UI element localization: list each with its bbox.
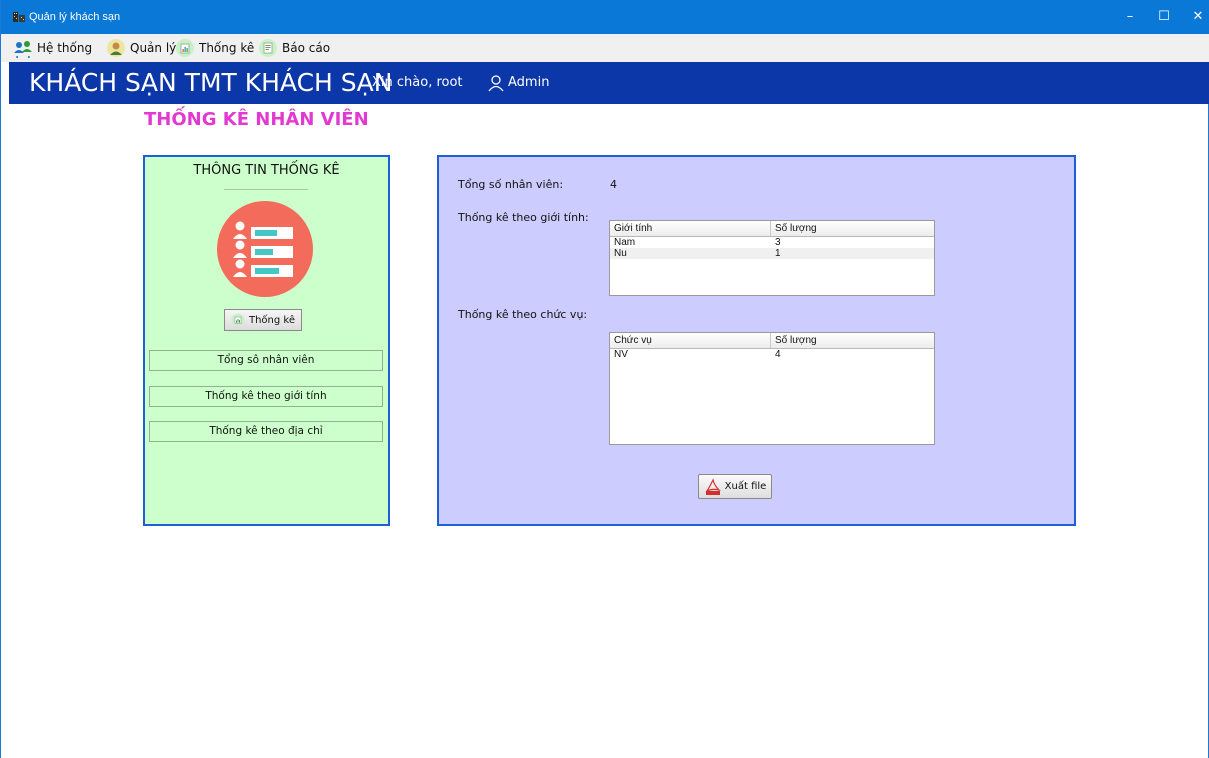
menu-quan-ly[interactable]: Quản lý <box>106 34 176 62</box>
menu-bao-cao[interactable]: Báo cáo <box>258 34 330 62</box>
app-icon <box>13 12 25 22</box>
chart-icon <box>176 39 194 57</box>
stats-button-label: Thống kê <box>248 314 295 326</box>
table-cell: 1 <box>775 248 781 259</box>
greeting-text: Xin chào, root <box>372 75 463 90</box>
total-staff-label: Tổng số nhân viên: <box>458 178 564 191</box>
maximize-button[interactable]: ☐ <box>1147 0 1181 34</box>
table-row[interactable]: Nam 3 <box>610 237 934 248</box>
divider <box>224 189 308 190</box>
window-title: Quản lý khách sạn <box>29 11 121 23</box>
menu-bar: Hệ thống Quản lý Thống kê Báo cáo <box>1 34 1209 62</box>
table-row[interactable]: Nu 1 <box>610 248 934 259</box>
stats-result-panel: Tổng số nhân viên: 4 Thống kê theo giới … <box>437 155 1076 526</box>
gender-table[interactable]: Giới tính Số lượng Nam 3 Nu 1 <box>609 220 935 296</box>
table-cell: NV <box>614 349 628 360</box>
position-stats-label: Thống kê theo chức vụ: <box>458 308 588 321</box>
menu-label: Quản lý <box>130 41 177 55</box>
column-header-count[interactable]: Số lượng <box>771 221 934 236</box>
position-table[interactable]: Chức vụ Số lượng NV 4 <box>609 332 935 445</box>
table-header: Chức vụ Số lượng <box>610 333 934 349</box>
option-by-gender[interactable]: Thống kê theo giới tính <box>149 386 383 407</box>
app-window: Quản lý khách sạn – ☐ ✕ Hệ thống Quản lý <box>0 0 1209 758</box>
table-header: Giới tính Số lượng <box>610 221 934 237</box>
chart-icon <box>231 313 245 327</box>
menu-thong-ke[interactable]: Thống kê <box>175 34 254 62</box>
export-file-button[interactable]: Xuất file <box>698 474 772 499</box>
table-cell: Nam <box>614 237 636 248</box>
manager-icon <box>107 39 125 57</box>
menu-label: Thống kê <box>199 41 255 55</box>
table-row[interactable]: NV 4 <box>610 349 934 360</box>
menu-label: Hệ thống <box>37 41 93 55</box>
close-button[interactable]: ✕ <box>1181 0 1209 34</box>
stats-button[interactable]: Thống kê <box>224 309 302 331</box>
option-by-address[interactable]: Thống kê theo địa chỉ <box>149 421 383 442</box>
user-role: Admin <box>508 75 550 90</box>
column-header-gender[interactable]: Giới tính <box>610 221 771 236</box>
panel-title: THÔNG TIN THỐNG KÊ <box>193 163 340 178</box>
table-cell: 3 <box>775 237 781 248</box>
pdf-icon <box>704 477 721 495</box>
column-header-position[interactable]: Chức vụ <box>610 333 771 348</box>
option-total-staff[interactable]: Tổng sô nhân viên <box>149 350 383 371</box>
table-cell: Nu <box>614 248 627 259</box>
users-sync-icon <box>14 41 32 58</box>
hotel-name: KHÁCH SẠN TMT KHÁCH SẠN <box>29 68 393 97</box>
export-button-label: Xuất file <box>724 481 767 492</box>
menu-he-thong[interactable]: Hệ thống <box>13 34 92 62</box>
stats-info-panel: THÔNG TIN THỐNG KÊ Thống kê Tổng sô nhân… <box>143 155 390 526</box>
minimize-button[interactable]: – <box>1113 0 1147 34</box>
column-header-count[interactable]: Số lượng <box>771 333 934 348</box>
gender-stats-label: Thống kê theo giới tính: <box>458 211 589 224</box>
total-staff-value: 4 <box>610 178 617 191</box>
page-title: THỐNG KÊ NHÂN VIÊN <box>144 109 369 130</box>
staff-list-icon <box>217 201 313 297</box>
header-banner: KHÁCH SẠN TMT KHÁCH SẠN Xin chào, root A… <box>9 62 1209 104</box>
report-icon <box>259 39 277 57</box>
title-bar[interactable]: Quản lý khách sạn – ☐ ✕ <box>1 0 1209 34</box>
menu-label: Báo cáo <box>282 41 331 55</box>
user-icon <box>488 75 504 92</box>
table-cell: 4 <box>775 349 781 360</box>
